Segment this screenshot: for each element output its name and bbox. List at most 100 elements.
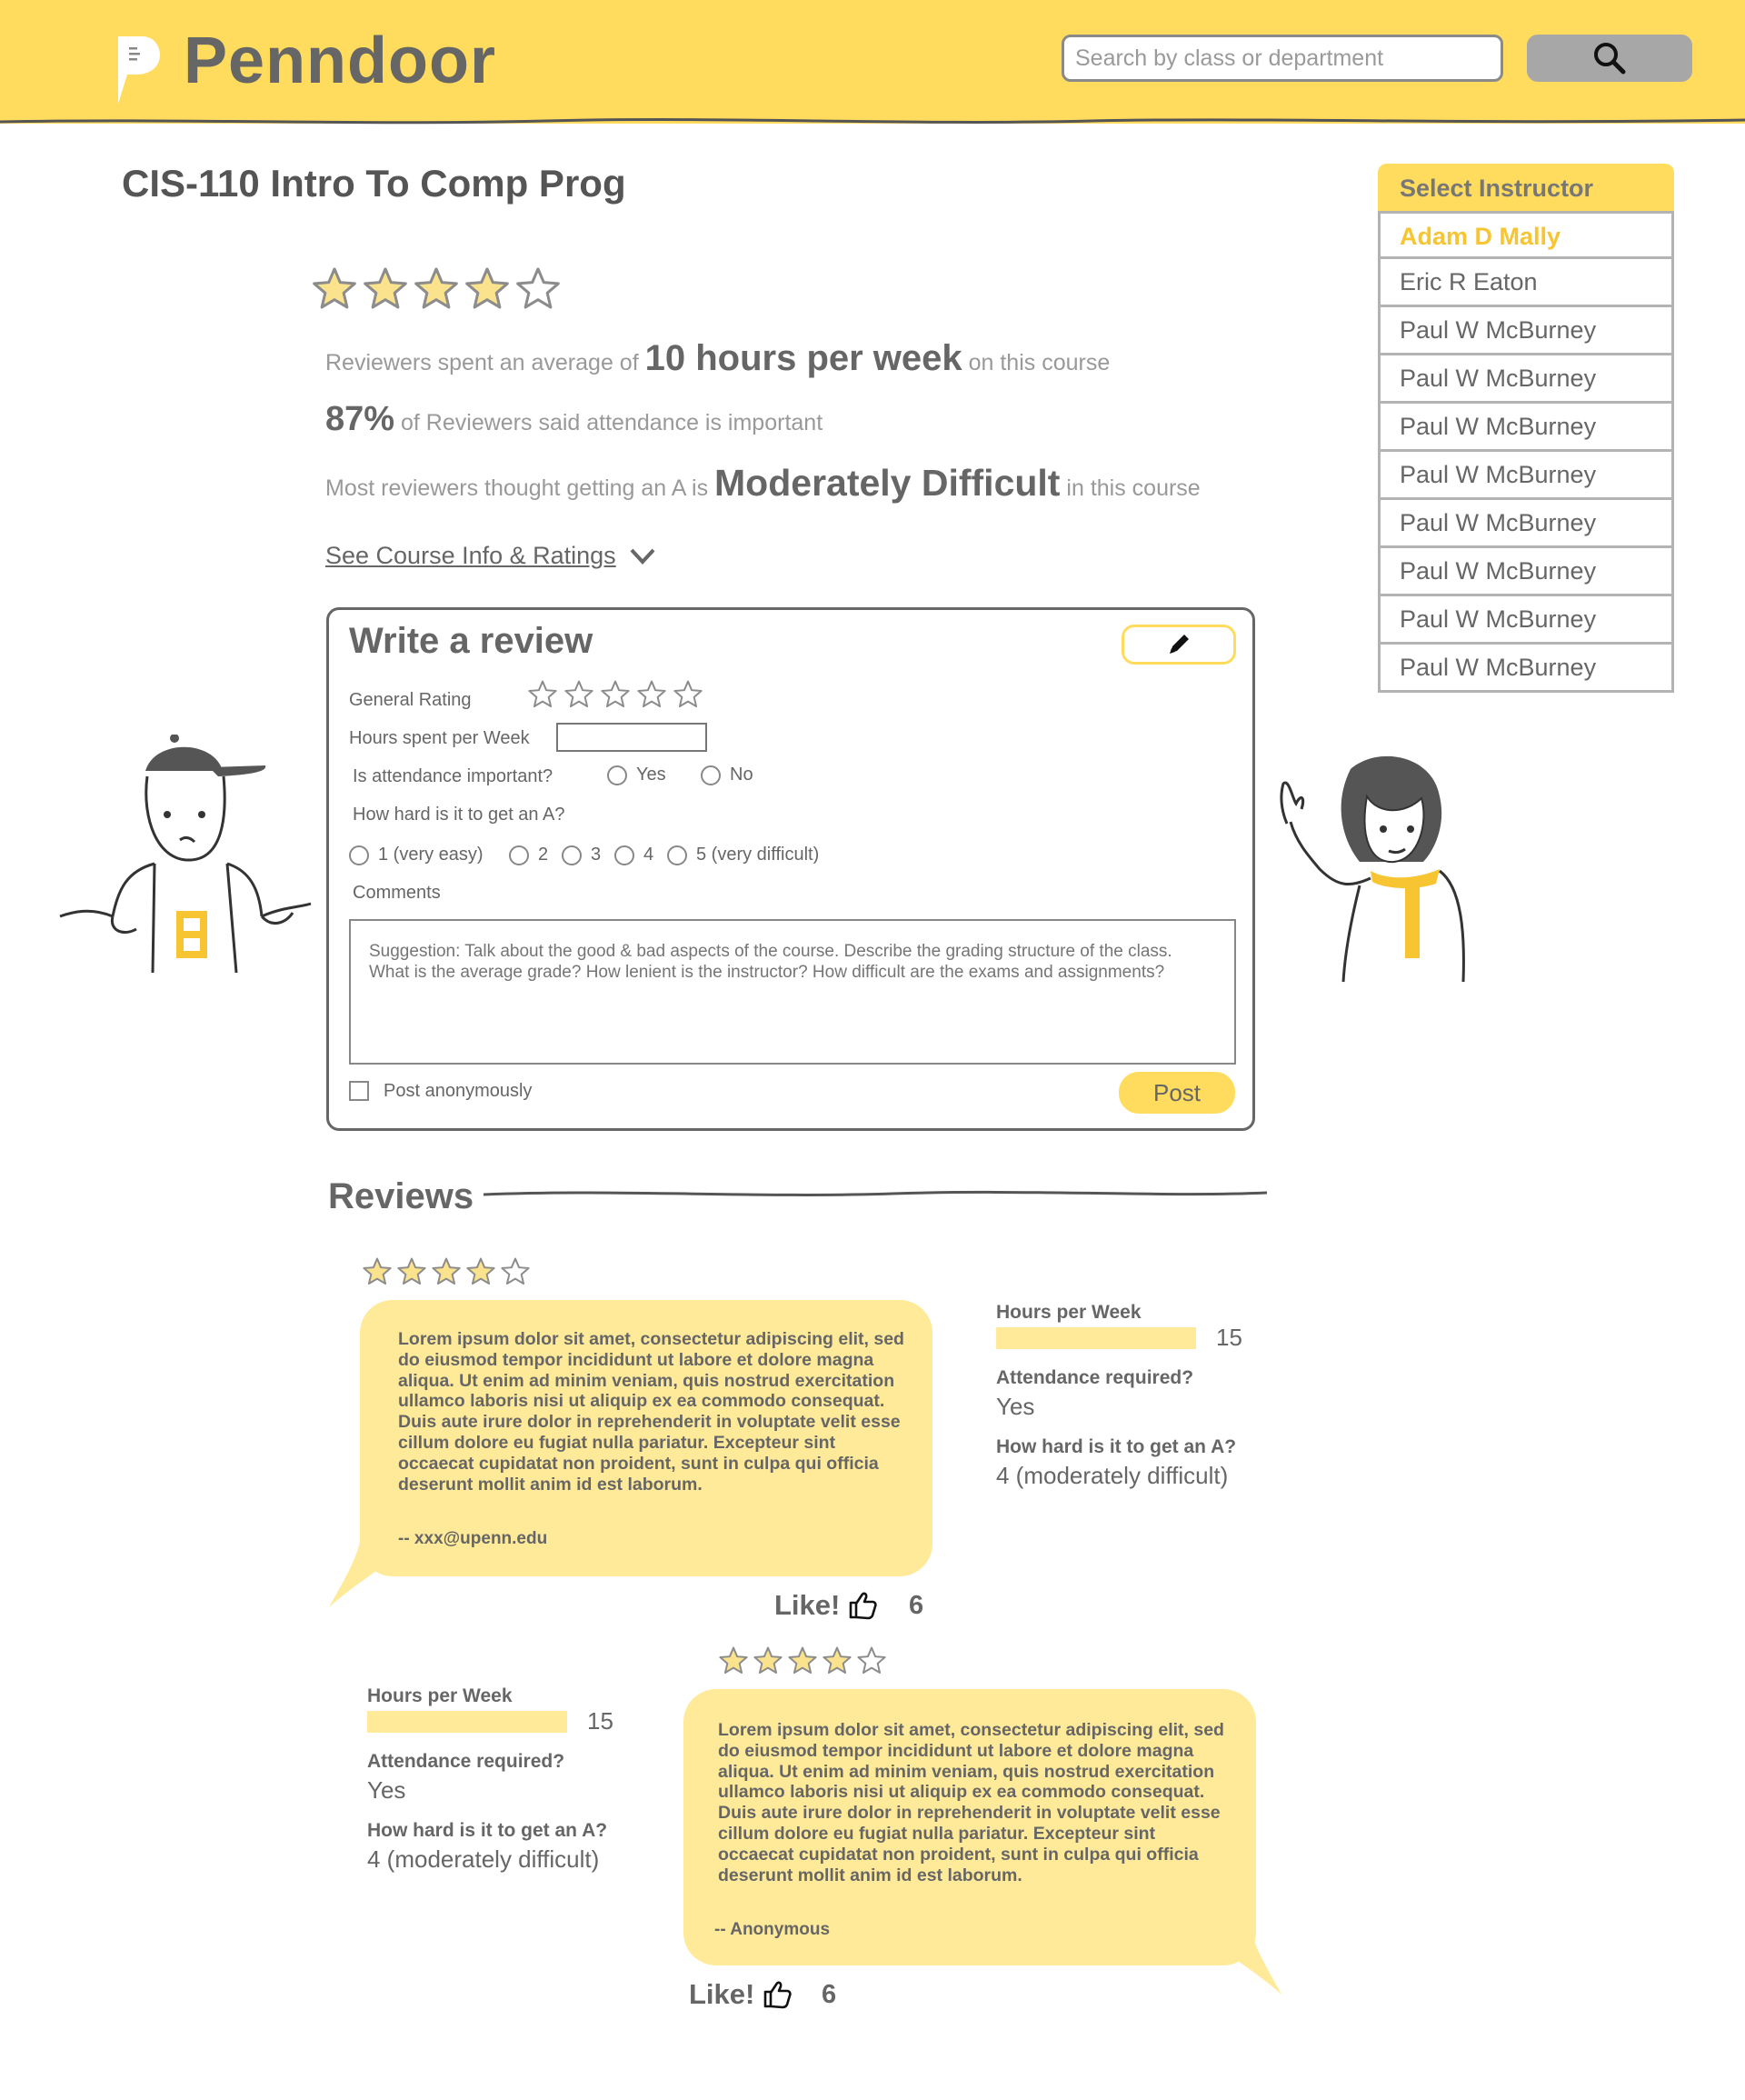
review-2-like-button[interactable]: Like!	[689, 1978, 793, 2011]
instructor-item[interactable]: Paul W McBurney	[1378, 548, 1674, 596]
penndoor-logo-icon[interactable]	[115, 33, 162, 107]
girl-pointing-illustration	[1280, 755, 1465, 983]
difficulty-label: How hard is it to get an A?	[353, 805, 565, 825]
search-button[interactable]	[1527, 35, 1692, 82]
thumbs-up-icon	[764, 1981, 793, 2009]
instructor-item[interactable]: Eric R Eaton	[1378, 259, 1674, 307]
hours-label: Hours spent per Week	[349, 728, 530, 748]
difficulty-stat-suffix: in this course	[1066, 475, 1201, 501]
star-empty-icon	[516, 267, 560, 309]
hours-stat-value: 10 hours per week	[644, 338, 962, 378]
review-1-like-button[interactable]: Like!	[774, 1589, 878, 1622]
radio-circle	[607, 765, 627, 785]
review-2-stars	[718, 1645, 887, 1676]
instructor-item[interactable]: Paul W McBurney	[1378, 307, 1674, 355]
star-filled-icon	[788, 1646, 817, 1675]
instructor-item[interactable]: Paul W McBurney	[1378, 500, 1674, 548]
star-filled-icon	[753, 1646, 783, 1675]
review-1-hours-value: 15	[1216, 1324, 1242, 1351]
attendance-stat: 87% of Reviewers said attendance is impo…	[325, 400, 823, 439]
attendance-stat-value: 87%	[325, 400, 395, 438]
instructor-item[interactable]: Paul W McBurney	[1378, 404, 1674, 452]
instructor-panel-heading: Select Instructor	[1378, 164, 1674, 211]
star-filled-icon	[397, 1257, 426, 1285]
attendance-no-radio[interactable]: No	[701, 765, 753, 785]
difficulty-3-radio[interactable]: 3	[562, 845, 601, 865]
star-empty-icon	[637, 680, 666, 708]
star-filled-icon	[465, 267, 509, 309]
write-review-title: Write a review	[349, 621, 593, 661]
star-filled-icon	[364, 267, 407, 309]
comments-textarea[interactable]	[349, 919, 1236, 1065]
hours-input[interactable]	[556, 723, 707, 752]
radio-circle	[349, 845, 369, 865]
difficulty-stat: Most reviewers thought getting an A is M…	[325, 462, 1201, 505]
chevron-down-icon	[630, 548, 655, 565]
review-2-text: Lorem ipsum dolor sit amet, consectetur …	[718, 1720, 1224, 1885]
star-filled-icon	[432, 1257, 461, 1285]
boy-shrugging-illustration	[59, 735, 312, 974]
edit-button[interactable]	[1122, 625, 1236, 665]
difficulty-1-label: 1 (very easy)	[378, 845, 484, 865]
course-rating-stars	[311, 265, 562, 313]
difficulty-stat-prefix: Most reviewers thought getting an A is	[325, 475, 709, 501]
comments-label: Comments	[353, 883, 441, 903]
radio-circle	[614, 845, 634, 865]
review-1-difficulty-label: How hard is it to get an A?	[996, 1436, 1237, 1457]
review-1-author: -- xxx@upenn.edu	[398, 1529, 548, 1548]
instructor-item[interactable]: Paul W McBurney	[1378, 355, 1674, 404]
reviews-divider	[484, 1190, 1267, 1196]
review-1-difficulty-value: 4 (moderately difficult)	[996, 1462, 1229, 1489]
post-anonymously-label: Post anonymously	[384, 1081, 533, 1101]
review-1-attendance-label: Attendance required?	[996, 1367, 1194, 1388]
general-rating-label: General Rating	[349, 690, 472, 710]
hours-stat-suffix: on this course	[968, 350, 1111, 375]
review-2-difficulty-label: How hard is it to get an A?	[367, 1820, 608, 1841]
star-filled-icon	[313, 267, 356, 309]
star-filled-icon	[414, 267, 458, 309]
difficulty-5-radio[interactable]: 5 (very difficult)	[667, 845, 819, 865]
write-review-box: Write a review General Rating Hours spen…	[326, 607, 1255, 1131]
star-filled-icon	[363, 1257, 392, 1285]
review-1-stars	[362, 1256, 531, 1287]
instructor-list: Adam D Mally Eric R Eaton Paul W McBurney P…	[1378, 211, 1674, 693]
instructor-item[interactable]: Adam D Mally	[1378, 211, 1674, 259]
review-1-hours-label: Hours per Week	[996, 1302, 1142, 1323]
general-rating-input[interactable]	[527, 679, 703, 710]
review-2-hours-label: Hours per Week	[367, 1685, 513, 1706]
post-anonymously-checkbox[interactable]	[349, 1081, 369, 1101]
radio-circle	[701, 765, 721, 785]
difficulty-4-radio[interactable]: 4	[614, 845, 653, 865]
post-button[interactable]: Post	[1119, 1072, 1235, 1114]
review-2-difficulty-value: 4 (moderately difficult)	[367, 1845, 600, 1873]
instructor-item[interactable]: Paul W McBurney	[1378, 645, 1674, 693]
star-empty-icon	[601, 680, 630, 708]
brand-name[interactable]: Penndoor	[184, 24, 496, 98]
difficulty-2-radio[interactable]: 2	[509, 845, 548, 865]
radio-circle	[667, 845, 687, 865]
see-course-info-link[interactable]: See Course Info & Ratings	[325, 542, 656, 570]
star-empty-icon	[564, 680, 593, 708]
review-2-hours-value: 15	[587, 1707, 613, 1735]
difficulty-1-radio[interactable]: 1 (very easy)	[349, 845, 484, 865]
instructor-item[interactable]: Paul W McBurney	[1378, 596, 1674, 645]
difficulty-stat-value: Moderately Difficult	[714, 462, 1061, 504]
instructor-item[interactable]: Paul W McBurney	[1378, 452, 1674, 500]
review-1-like-label: Like!	[774, 1589, 841, 1621]
difficulty-2-label: 2	[538, 845, 549, 865]
attendance-yes-radio[interactable]: Yes	[607, 765, 666, 785]
star-filled-icon	[466, 1257, 495, 1285]
review-2-like-label: Like!	[689, 1978, 755, 2010]
search-icon	[1594, 43, 1626, 75]
star-filled-icon	[719, 1646, 748, 1675]
pencil-icon	[1170, 635, 1189, 654]
review-2-attendance-label: Attendance required?	[367, 1751, 565, 1772]
review-1-text: Lorem ipsum dolor sit amet, consectetur …	[398, 1329, 904, 1495]
review-2-like-count: 6	[822, 1980, 837, 2009]
search-input[interactable]	[1062, 35, 1503, 82]
see-course-info-label: See Course Info & Ratings	[325, 542, 616, 569]
attendance-stat-suffix: of Reviewers said attendance is importan…	[401, 410, 823, 435]
difficulty-3-label: 3	[591, 845, 602, 865]
radio-circle	[509, 845, 529, 865]
reviews-heading: Reviews	[328, 1176, 474, 1216]
